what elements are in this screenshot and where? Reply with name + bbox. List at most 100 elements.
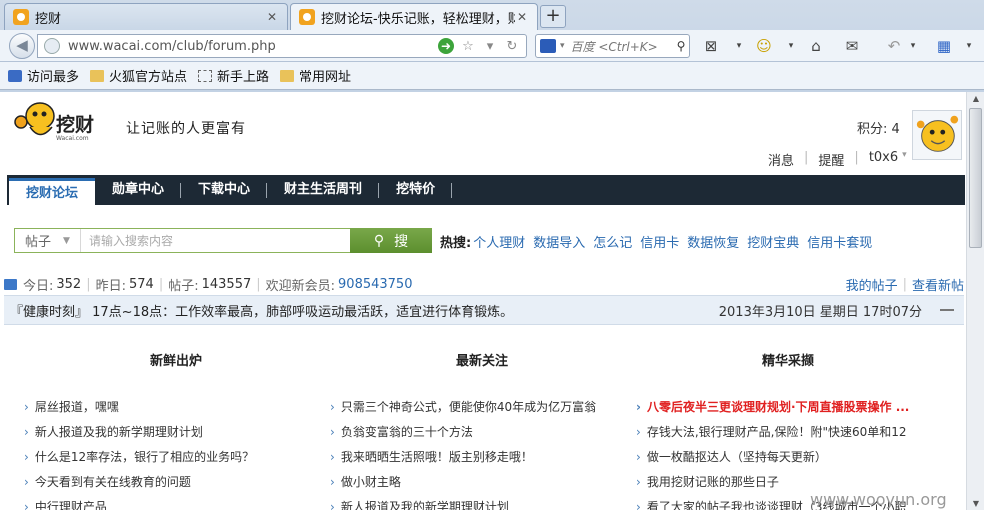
undo-icon[interactable]: ↶ (885, 37, 903, 55)
nav-weekly[interactable]: 财主生活周刊 (267, 175, 380, 205)
search-input[interactable]: 请输入搜索内容 (81, 232, 350, 249)
search-box[interactable]: ▾ 百度 <Ctrl+K> ⚲ (535, 34, 690, 58)
reload-icon[interactable]: ↻ (504, 39, 520, 54)
navigation-bar: ◀ www.wacai.com/club/forum.php ➜ ☆ ▾ ↻ ▾… (0, 30, 984, 62)
go-icon[interactable]: ➜ (438, 38, 454, 54)
collapse-icon[interactable] (940, 309, 954, 311)
forum-nav: 挖财论坛 勋章中心 下载中心 财主生活周刊 挖特价 (7, 175, 965, 206)
bookmark-most-visited[interactable]: 访问最多 (8, 66, 79, 85)
mail-icon[interactable]: ✉ (843, 37, 861, 55)
list-item[interactable]: 今天看到有关在线教育的问题 (24, 470, 314, 495)
notifications-link[interactable]: 提醒 (818, 150, 844, 169)
divider: | (902, 277, 907, 292)
bookmark-label: 新手上路 (217, 70, 270, 85)
list-item[interactable]: 新人报道及我的新学期理财计划 (330, 495, 625, 510)
list-item[interactable]: 做一枚酷抠达人（坚持每天更新） (636, 445, 926, 470)
divider: | (256, 277, 261, 292)
hot-term[interactable]: 信用卡 (640, 232, 679, 251)
my-posts-link[interactable]: 我的帖子 (846, 275, 898, 294)
hot-term[interactable]: 数据导入 (533, 232, 585, 251)
folder-icon (280, 69, 295, 82)
bookmark-label: 火狐官方站点 (109, 70, 188, 85)
avatar[interactable] (912, 110, 962, 160)
smiley-icon[interactable]: ☺ (755, 37, 773, 55)
search-button[interactable]: ⚲ 搜 (350, 228, 432, 253)
list-new-posts: 屌丝报道，嘿嘿 新人报道及我的新学期理财计划 什么是12率存法，银行了相应的业务… (24, 395, 314, 510)
list-item[interactable]: 只需三个神奇公式，便能使你40年成为亿万富翁 (330, 395, 625, 420)
bookmark-star-icon[interactable]: ☆ (460, 39, 476, 54)
search-type-select[interactable]: 帖子 ▼ (15, 229, 81, 252)
search-icon[interactable]: ⚲ (673, 39, 689, 53)
new-tab-button[interactable]: + (540, 5, 566, 28)
posts-count: 143557 (201, 277, 252, 292)
bookmark-common-sites[interactable]: 常用网址 (280, 66, 351, 85)
bookmark-firefox-site[interactable]: 火狐官方站点 (90, 66, 187, 85)
chevron-down-icon[interactable]: ▾ (782, 37, 800, 55)
nav-label: 挖特价 (396, 182, 436, 197)
list-item[interactable]: 存钱大法,银行理财产品,保险！附"快速60单和12 (636, 420, 926, 445)
list-item[interactable]: 屌丝报道，嘿嘿 (24, 395, 314, 420)
baidu-engine-icon[interactable] (540, 39, 556, 53)
hot-search: 热搜: 个人理财 数据导入 怎么记 信用卡 数据恢复 挖财宝典 信用卡套现 (440, 232, 880, 251)
chevron-down-icon[interactable]: ▾ (482, 39, 498, 54)
forum-stats: 今日: 352 | 昨日: 574 | 帖子: 143557 | 欢迎新会员: 9085… (4, 275, 964, 294)
column-title-focus: 最新关注 (456, 354, 509, 369)
scroll-up-icon[interactable]: ▲ (971, 94, 981, 103)
tab-label: 挖财 (35, 11, 62, 27)
list-item[interactable]: 负翁变富翁的三十个方法 (330, 420, 625, 445)
nav-medal-center[interactable]: 勋章中心 (95, 175, 182, 205)
scroll-down-icon[interactable]: ▼ (971, 499, 981, 508)
wacai-logo[interactable]: 挖财 Wacai.com (8, 100, 128, 145)
back-button[interactable]: ◀ (9, 33, 35, 59)
chevron-down-icon[interactable]: ▾ (730, 37, 748, 55)
list-item[interactable]: 新人报道及我的新学期理财计划 (24, 420, 314, 445)
chevron-down-icon[interactable]: ▾ (904, 37, 922, 55)
wacai-favicon-icon (13, 9, 29, 25)
scrollbar-thumb[interactable] (969, 108, 982, 248)
username-link[interactable]: t0x6 (869, 150, 898, 169)
nav-download-center[interactable]: 下载中心 (181, 175, 268, 205)
svg-text:Wacai.com: Wacai.com (56, 135, 89, 142)
list-item[interactable]: 我来晒晒生活照哦！版主别移走哦！ (330, 445, 625, 470)
tab-bar: 挖财 ✕ 挖财论坛-快乐记账，轻松理财，财主... ✕ + (0, 0, 984, 30)
list-item[interactable]: 中行理财产品 (24, 495, 314, 510)
hot-label: 热搜: (440, 236, 472, 251)
nav-deals[interactable]: 挖特价 (379, 175, 453, 205)
address-bar[interactable]: www.wacai.com/club/forum.php ➜ ☆ ▾ ↻ (37, 34, 527, 58)
chevron-down-icon[interactable]: ▾ (960, 37, 978, 55)
hot-term[interactable]: 数据恢复 (687, 232, 739, 251)
vertical-scrollbar[interactable]: ▲ ▼ (966, 92, 984, 510)
tab-label: 挖财论坛-快乐记账，轻松理财，财主... (321, 11, 515, 27)
divider: | (804, 150, 809, 165)
tab-forum[interactable]: 挖财论坛-快乐记账，轻松理财，财主... ✕ (290, 3, 538, 30)
wacai-favicon-icon (299, 9, 315, 25)
page-icon (198, 69, 213, 82)
list-item[interactable]: 八零后夜半三更谈理财规划·下周直播股票操作 ... (636, 395, 926, 420)
url-text[interactable]: www.wacai.com/club/forum.php (68, 39, 438, 54)
bookmark-getting-started[interactable]: 新手上路 (198, 66, 269, 85)
view-new-posts-link[interactable]: 查看新帖 (912, 275, 964, 294)
column-title-new: 新鲜出炉 (150, 354, 203, 369)
close-icon[interactable]: ✕ (515, 10, 529, 24)
nav-forum[interactable]: 挖财论坛 (9, 178, 96, 206)
tab-wacai[interactable]: 挖财 ✕ (4, 3, 288, 30)
score-label[interactable]: 积分: 4 (857, 118, 900, 137)
addon-icon[interactable]: ⊠ (702, 37, 720, 55)
slogan: 让记账的人更富有 (126, 121, 246, 137)
hot-term[interactable]: 挖财宝典 (747, 232, 799, 251)
search-placeholder[interactable]: 百度 <Ctrl+K> (571, 38, 673, 55)
list-item[interactable]: 做小财主略 (330, 470, 625, 495)
list-item[interactable]: 什么是12率存法，银行了相应的业务吗？ (24, 445, 314, 470)
bookmark-label: 常用网址 (299, 70, 352, 85)
hot-term[interactable]: 怎么记 (593, 232, 632, 251)
apps-icon[interactable]: ▦ (935, 37, 953, 55)
home-icon[interactable]: ⌂ (807, 37, 825, 55)
hot-term[interactable]: 信用卡套现 (807, 232, 872, 251)
chevron-down-icon[interactable]: ▾ (560, 41, 565, 51)
new-member-link[interactable]: 908543750 (338, 277, 412, 292)
hot-term[interactable]: 个人理财 (473, 232, 525, 251)
close-icon[interactable]: ✕ (265, 10, 279, 24)
messages-link[interactable]: 消息 (768, 150, 794, 169)
divider (451, 183, 453, 198)
chevron-down-icon[interactable]: ▾ (902, 150, 907, 169)
